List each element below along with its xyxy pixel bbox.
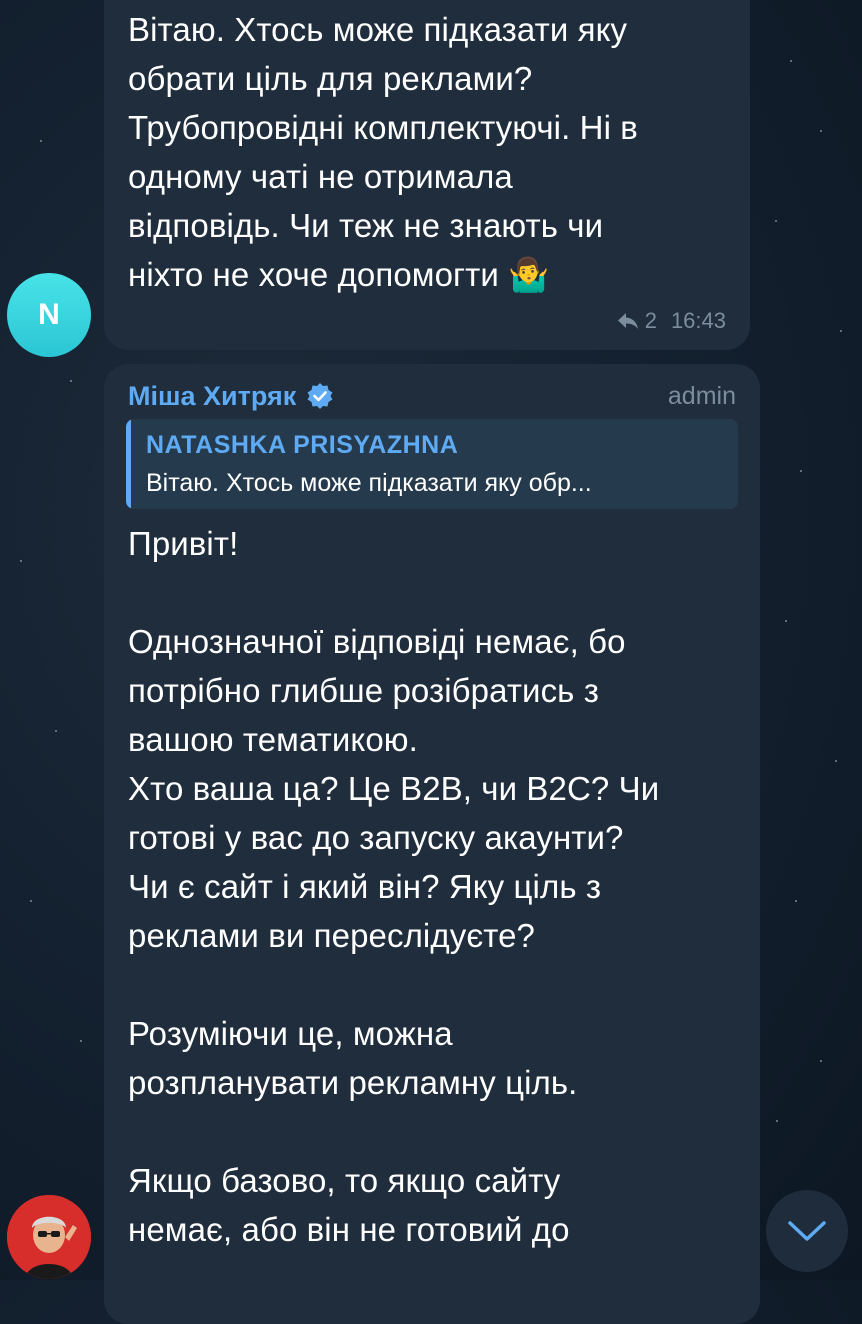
avatar-photo-icon: [7, 1195, 91, 1279]
message-bubble[interactable]: Вітаю. Хтось може підказати яку обрати ц…: [104, 0, 750, 350]
reply-count[interactable]: 2: [645, 308, 657, 334]
quote-author: NATASHKA PRISYAZHNA: [146, 431, 459, 459]
message-time: 16:43: [670, 308, 726, 333]
scroll-down-button[interactable]: [766, 1190, 848, 1272]
avatar-letter: N: [38, 298, 60, 331]
message-meta: 2 16:43: [617, 308, 726, 334]
sender-name[interactable]: Міша Хитряк: [128, 381, 296, 412]
chevron-down-icon: [788, 1221, 826, 1241]
reply-arrow-icon[interactable]: [617, 312, 639, 330]
admin-label: admin: [667, 381, 736, 410]
avatar-misha[interactable]: [7, 1195, 91, 1279]
reply-quote[interactable]: NATASHKA PRISYAZHNA Вітаю. Хтось може пі…: [126, 419, 738, 509]
sender-row: Міша Хитряк admin: [128, 378, 736, 414]
avatar-natashka[interactable]: N: [7, 273, 91, 357]
message-text: Вітаю. Хтось може підказати яку обрати ц…: [128, 11, 638, 293]
message-bubble[interactable]: Міша Хитряк admin NATASHKA PRISYAZHNA Ві…: [104, 364, 760, 1324]
quote-text: Вітаю. Хтось може підказати яку обр...: [146, 469, 592, 497]
verified-badge-icon: [306, 382, 334, 410]
message-text: Привіт! Однозначної відповіді немає, бо …: [128, 525, 660, 1248]
quote-bar: [126, 419, 131, 509]
